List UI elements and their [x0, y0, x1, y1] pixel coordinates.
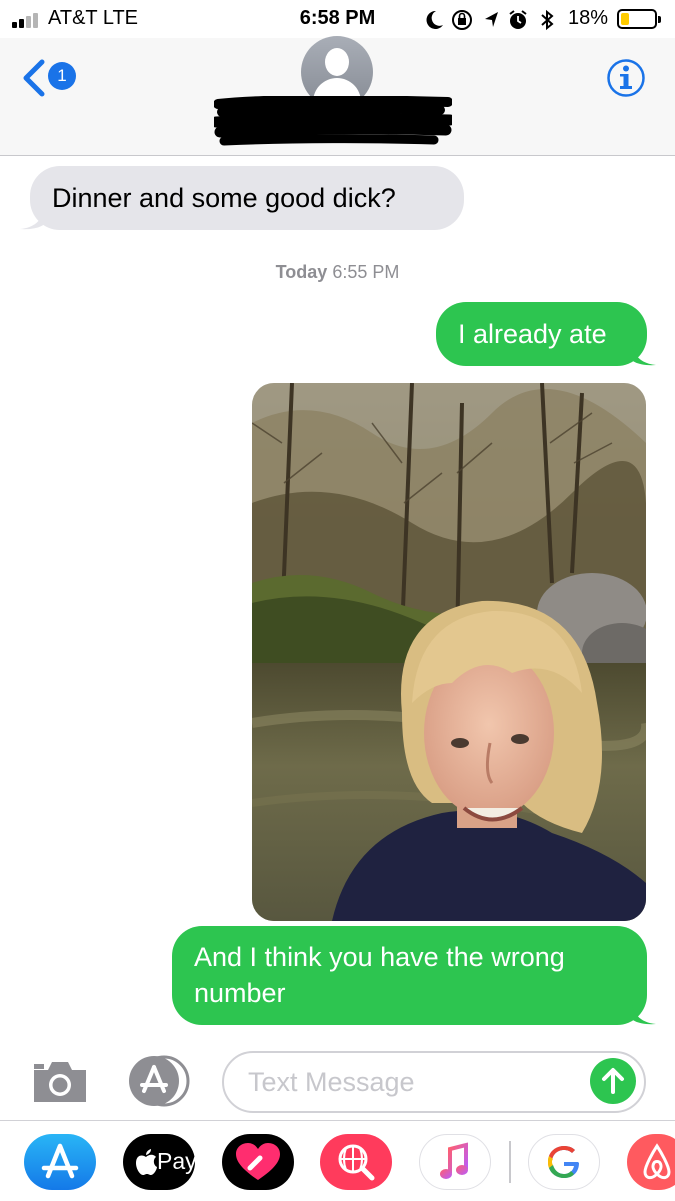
digital-touch-app[interactable]	[222, 1134, 294, 1190]
send-button[interactable]	[590, 1058, 636, 1104]
chevron-left-icon	[23, 59, 45, 97]
camera-icon[interactable]	[30, 1058, 90, 1104]
timestamp-time: 6:55 PM	[327, 262, 400, 282]
status-icons	[426, 9, 554, 31]
photo-message[interactable]	[252, 383, 646, 921]
received-message-bubble[interactable]: Dinner and some good dick?	[30, 166, 464, 230]
music-note-icon	[440, 1142, 468, 1179]
airbnb-app[interactable]	[627, 1134, 675, 1190]
timestamp-day: Today	[275, 262, 328, 282]
status-bar: AT&T LTE 6:58 PM 18%	[0, 0, 675, 38]
timestamp: Today 6:55 PM	[0, 262, 675, 283]
conversation-header: 1	[0, 36, 675, 156]
unread-badge: 1	[48, 62, 76, 90]
battery-icon	[617, 9, 661, 29]
images-app[interactable]	[320, 1134, 392, 1190]
info-icon[interactable]	[606, 58, 646, 98]
arrow-up-icon	[602, 1068, 624, 1094]
airbnb-icon	[643, 1143, 671, 1180]
message-input[interactable]: Text Message	[222, 1051, 646, 1113]
sent-message-bubble[interactable]: And I think you have the wrong number	[172, 926, 647, 1025]
heart-icon	[236, 1143, 280, 1180]
orientation-lock-icon	[452, 10, 472, 30]
app-store-app[interactable]	[24, 1134, 96, 1190]
google-app[interactable]	[528, 1134, 600, 1190]
message-input-placeholder: Text Message	[248, 1067, 415, 1097]
sent-message-text: And I think you have the wrong number	[194, 942, 565, 1008]
alarm-icon	[509, 10, 527, 29]
app-store-icon	[41, 1143, 79, 1179]
google-g-icon	[548, 1146, 579, 1178]
app-drawer: Pay	[0, 1120, 675, 1201]
app-drawer-divider	[509, 1141, 511, 1183]
globe-search-icon	[338, 1144, 375, 1181]
do-not-disturb-icon	[426, 10, 443, 29]
sent-message-text: I already ate	[458, 319, 607, 349]
apple-pay-app[interactable]: Pay	[123, 1134, 197, 1190]
bubble-tail	[632, 346, 656, 366]
music-app[interactable]	[419, 1134, 491, 1190]
location-icon	[485, 12, 498, 27]
selfie-photo	[252, 383, 646, 921]
redacted-contact-name	[214, 96, 452, 146]
bluetooth-icon	[541, 9, 554, 31]
app-store-apps-icon[interactable]	[124, 1055, 192, 1107]
bubble-tail	[632, 1005, 656, 1025]
bubble-tail	[20, 210, 44, 230]
sent-message-bubble[interactable]: I already ate	[436, 302, 647, 366]
received-message-text: Dinner and some good dick?	[52, 183, 396, 213]
apple-logo-icon	[136, 1149, 157, 1175]
battery-fill	[621, 13, 629, 25]
back-button[interactable]: 1	[20, 58, 90, 102]
apple-pay-label: Pay	[157, 1148, 197, 1174]
battery-percent: 18%	[568, 7, 609, 29]
